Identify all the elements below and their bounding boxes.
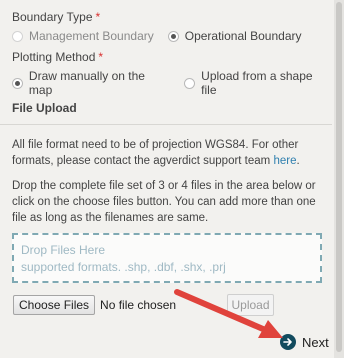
plotting-method-label-text: Plotting Method [12,50,96,64]
radio-label: Draw manually on the map [28,69,145,97]
required-marker: * [95,10,101,24]
file-upload-title: File Upload [12,101,77,115]
scrollbar[interactable] [334,0,344,358]
support-link[interactable]: here [273,155,296,167]
dropzone-formats: supported formats. .shp, .dbf, .shx, .pr… [21,260,226,274]
plotting-method-label: Plotting Method * [12,50,103,64]
radio-circle[interactable] [184,77,196,89]
no-file-status: No file chosen [100,298,177,312]
next-label: Next [302,334,329,350]
next-button[interactable]: Next [280,334,329,350]
radio-label: Management Boundary [29,29,154,43]
upload-button[interactable]: Upload [227,294,274,316]
dropzone-title: Drop Files Here [21,243,106,257]
boundary-type-label: Boundary Type * [12,10,100,24]
radio-label: Operational Boundary [184,29,302,43]
radio-management-boundary[interactable]: Management Boundary [12,29,154,43]
boundary-type-options: Management Boundary Operational Boundary [12,29,316,43]
scrollbar-thumb[interactable] [336,2,342,352]
radio-operational-boundary[interactable]: Operational Boundary [167,29,302,43]
required-marker: * [98,50,104,64]
info-text: All file format need to be of projection… [12,139,299,167]
radio-upload-shape-file[interactable]: Upload from a shape file [184,69,330,97]
arrow-right-circle-icon [280,334,296,350]
radio-label: Upload from a shape file [201,69,313,97]
radio-circle[interactable] [12,77,23,89]
radio-circle[interactable] [12,30,23,42]
file-input-row: Choose Files No file chosen [13,295,176,315]
info-suffix: . [296,155,300,167]
upload-instructions: Drop the complete file set of 3 or 4 fil… [12,180,316,224]
choose-files-button[interactable]: Choose Files [13,295,96,315]
file-dropzone[interactable]: Drop Files Here supported formats. .shp,… [12,233,322,283]
projection-info-text: All file format need to be of projection… [12,137,328,169]
boundary-form-panel: Boundary Type * Management Boundary Opera… [0,0,344,358]
plotting-method-options: Draw manually on the map Upload from a s… [12,69,344,97]
radio-draw-manually[interactable]: Draw manually on the map [12,69,170,97]
boundary-type-label-text: Boundary Type [12,10,93,24]
radio-circle[interactable] [167,30,179,42]
section-divider [0,124,332,125]
